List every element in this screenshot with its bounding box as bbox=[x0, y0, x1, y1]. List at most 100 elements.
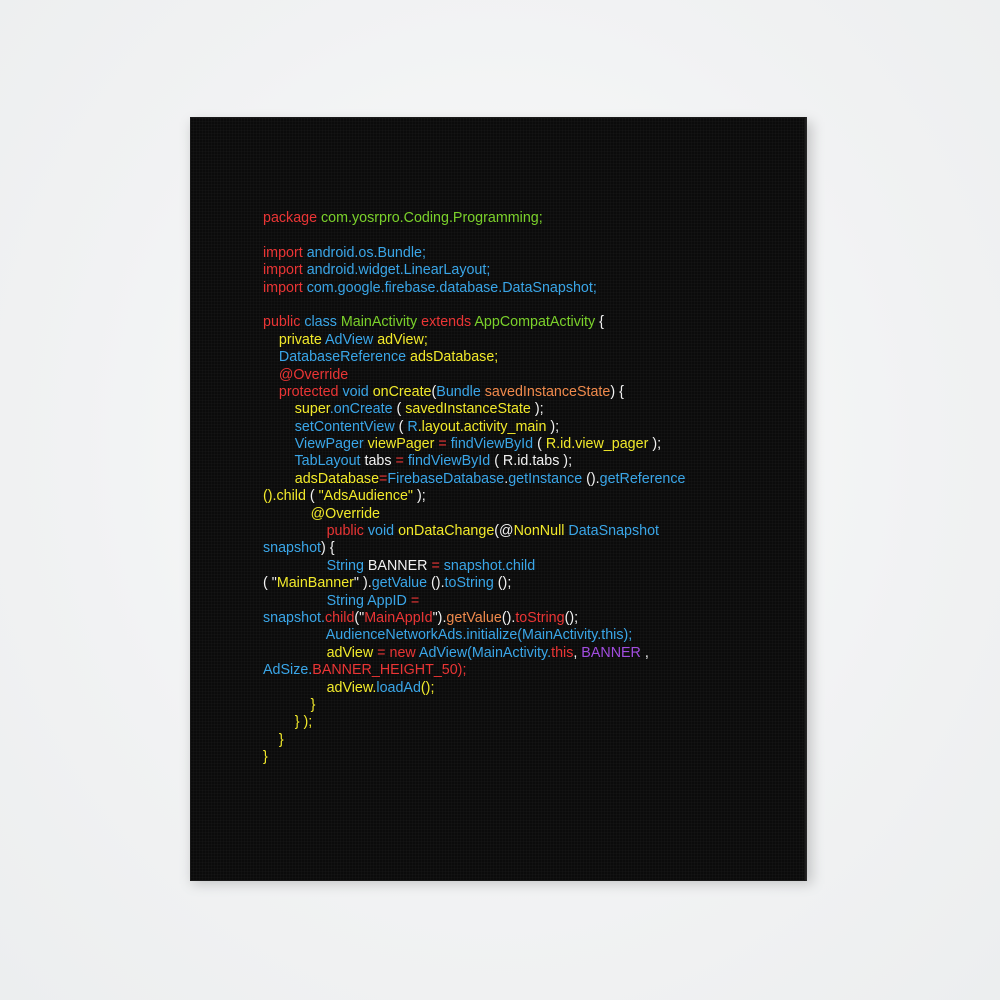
code-token: void bbox=[342, 383, 373, 400]
code-token: = bbox=[395, 453, 408, 470]
code-token: import bbox=[263, 244, 307, 261]
code-token: AdView bbox=[325, 331, 378, 348]
code-token: MainAppId bbox=[364, 609, 433, 626]
code-token: (). bbox=[431, 575, 445, 592]
code-token: savedInstanceState bbox=[405, 401, 535, 418]
code-token: viewPager bbox=[367, 436, 439, 453]
code-token: MainBanner bbox=[276, 575, 354, 592]
code-line: setContentView ( R.layout.activity_main … bbox=[263, 419, 783, 436]
code-token: protected bbox=[278, 383, 343, 400]
code-token: = bbox=[410, 592, 420, 609]
code-line: } bbox=[263, 697, 783, 714]
code-token: Bundle bbox=[436, 383, 485, 400]
code-token: "AdsAudience" bbox=[318, 488, 417, 505]
code-token: AudienceNetworkAds.initialize(MainActivi… bbox=[325, 627, 633, 644]
code-token: this bbox=[551, 644, 574, 661]
code-token: findViewById bbox=[450, 436, 538, 453]
code-token: findViewById bbox=[407, 453, 495, 470]
code-token: AdView bbox=[418, 644, 468, 661]
code-token: void bbox=[367, 523, 399, 540]
code-line: snapshot.child("MainAppId").getValue().t… bbox=[263, 610, 783, 627]
code-token: onCreate bbox=[372, 383, 432, 400]
canvas-print: package com.yosrpro.Coding.Programming; i… bbox=[190, 117, 807, 881]
code-token: ); bbox=[550, 418, 560, 435]
code-token: .layout.activity_main bbox=[417, 418, 551, 435]
code-line: @Override bbox=[263, 506, 783, 523]
code-token: } bbox=[278, 731, 284, 748]
code-token: (); bbox=[497, 575, 512, 592]
code-token: snapshot. bbox=[263, 609, 325, 626]
code-token: = bbox=[438, 436, 451, 453]
code-token: R.id.view_pager bbox=[545, 436, 653, 453]
code-token: NonNull bbox=[513, 523, 569, 540]
canvas-edge bbox=[804, 117, 807, 881]
code-token: ( " bbox=[263, 575, 277, 592]
code-token: ( R.id.tabs ); bbox=[494, 453, 573, 470]
code-token: super bbox=[294, 401, 330, 418]
code-token: TabLayout bbox=[294, 453, 365, 470]
code-token: (); bbox=[564, 609, 579, 626]
code-line: } bbox=[263, 749, 783, 766]
code-token: adsDatabase bbox=[294, 470, 380, 487]
code-line: TabLayout tabs = findViewById ( R.id.tab… bbox=[263, 453, 783, 470]
code-token: (MainActivity. bbox=[467, 644, 552, 661]
code-token: adView; bbox=[377, 331, 428, 348]
code-line: } bbox=[263, 732, 783, 749]
code-token: R bbox=[407, 418, 418, 435]
code-token: import bbox=[263, 262, 307, 279]
code-token: toString bbox=[515, 609, 565, 626]
code-token: BANNER bbox=[367, 557, 432, 574]
code-token: getValue bbox=[446, 609, 502, 626]
code-token: adView. bbox=[326, 679, 377, 696]
code-token: class bbox=[304, 314, 341, 331]
code-token: .onCreate bbox=[329, 401, 397, 418]
code-token: ); bbox=[534, 401, 544, 418]
code-token: new bbox=[389, 644, 419, 661]
code-line: adView = new AdView(MainActivity.this, B… bbox=[263, 645, 783, 662]
code-line: DatabaseReference adsDatabase; bbox=[263, 349, 783, 366]
code-token: adView bbox=[326, 644, 378, 661]
code-token: extends bbox=[421, 314, 475, 331]
code-token: import bbox=[263, 279, 307, 296]
code-token: getInstance bbox=[508, 470, 587, 487]
code-line: ViewPager viewPager = findViewById ( R.i… bbox=[263, 436, 783, 453]
code-line: AdSize.BANNER_HEIGHT_50); bbox=[263, 662, 783, 679]
code-token: String bbox=[326, 557, 368, 574]
code-token: android.os.Bundle; bbox=[306, 244, 426, 261]
code-token: MainActivity bbox=[340, 314, 422, 331]
code-token: com.google.firebase.database.DataSnapsho… bbox=[306, 279, 597, 296]
code-token: (@ bbox=[494, 523, 514, 540]
code-token: ().child bbox=[263, 488, 310, 505]
code-line: snapshot) { bbox=[263, 540, 783, 557]
code-token: BANNER bbox=[581, 644, 645, 661]
code-token: DataSnapshot bbox=[568, 523, 660, 540]
code-line: public void onDataChange(@NonNull DataSn… bbox=[263, 523, 783, 540]
code-token: android.widget.LinearLayout; bbox=[306, 262, 491, 279]
code-token: ViewPager bbox=[294, 436, 368, 453]
code-token: ( bbox=[396, 401, 406, 418]
code-token: String bbox=[326, 592, 368, 609]
code-line: super.onCreate ( savedInstanceState ); bbox=[263, 401, 783, 418]
code-token: } bbox=[310, 696, 316, 713]
code-token: tabs bbox=[364, 453, 396, 470]
code-token: BANNER_HEIGHT_50); bbox=[312, 662, 467, 679]
code-token: } bbox=[263, 749, 268, 766]
code-line: public class MainActivity extends AppCom… bbox=[263, 314, 783, 331]
code-line: protected void onCreate(Bundle savedInst… bbox=[263, 384, 783, 401]
code-line: } ); bbox=[263, 714, 783, 731]
code-token: @Override bbox=[278, 366, 349, 383]
code-token: " ). bbox=[353, 575, 372, 592]
